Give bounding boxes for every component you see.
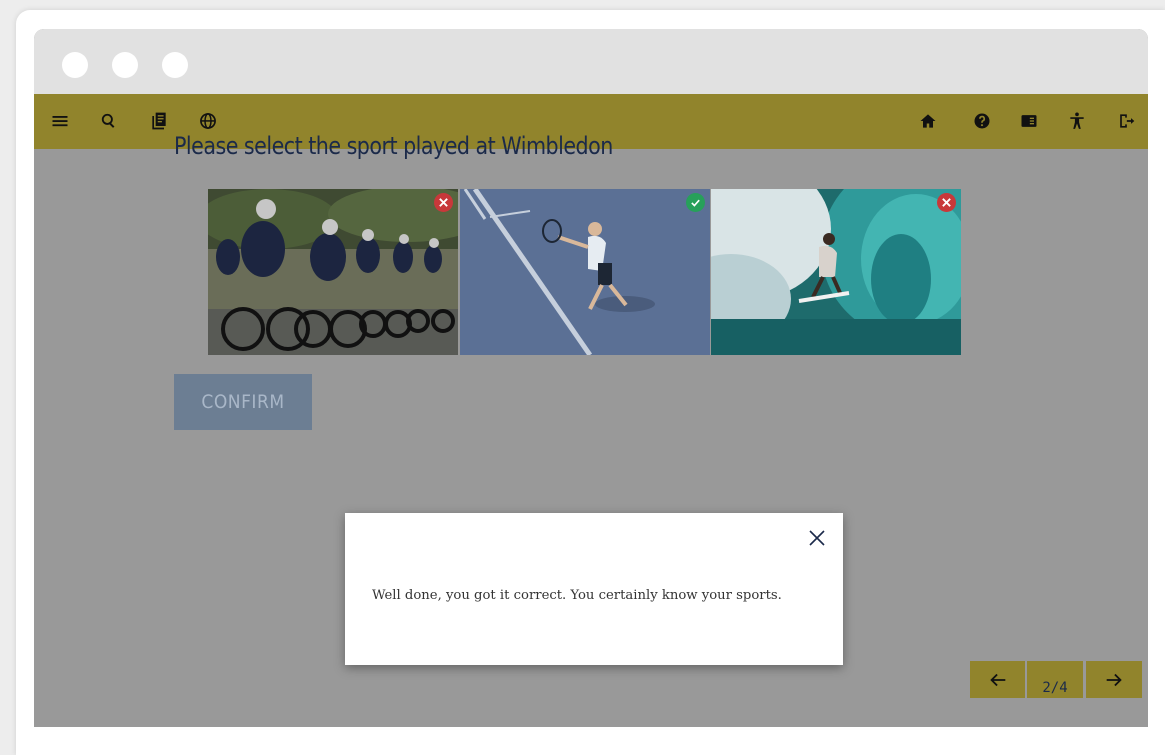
- search-icon[interactable]: [96, 108, 122, 134]
- accessibility-icon[interactable]: [1064, 108, 1090, 134]
- cross-icon: [942, 198, 951, 207]
- window-minimize-button[interactable]: [112, 52, 138, 78]
- window-close-button[interactable]: [62, 52, 88, 78]
- language-icon[interactable]: [195, 108, 221, 134]
- confirm-button[interactable]: CONFIRM: [174, 374, 312, 430]
- incorrect-badge: [434, 193, 453, 212]
- feedback-modal: Well done, you got it correct. You certa…: [345, 513, 843, 665]
- cross-icon: [439, 198, 448, 207]
- next-page-button[interactable]: [1086, 661, 1142, 698]
- home-icon[interactable]: [915, 108, 941, 134]
- incorrect-badge: [937, 193, 956, 212]
- surfing-image: [711, 189, 961, 355]
- help-icon[interactable]: [969, 108, 995, 134]
- check-icon: [691, 199, 700, 207]
- page-indicator: 2/4: [1027, 661, 1083, 698]
- window-titlebar: [34, 29, 1148, 94]
- correct-badge: [686, 193, 705, 212]
- glossary-icon[interactable]: [146, 108, 172, 134]
- tennis-image: [460, 189, 710, 355]
- feedback-message: Well done, you got it correct. You certa…: [372, 588, 782, 603]
- cycling-image: [208, 189, 458, 355]
- resources-icon[interactable]: [1016, 108, 1042, 134]
- exit-icon[interactable]: [1113, 108, 1139, 134]
- answer-option-surfing[interactable]: [711, 189, 961, 355]
- answer-option-tennis[interactable]: [460, 189, 710, 355]
- question-title: Please select the sport played at Wimble…: [174, 132, 613, 160]
- menu-icon[interactable]: [47, 108, 73, 134]
- answer-option-cycling[interactable]: [208, 189, 458, 355]
- window-maximize-button[interactable]: [162, 52, 188, 78]
- arrow-right-icon: [1106, 673, 1122, 686]
- close-icon[interactable]: [807, 528, 827, 548]
- previous-page-button[interactable]: [970, 661, 1025, 698]
- arrow-left-icon: [989, 673, 1005, 686]
